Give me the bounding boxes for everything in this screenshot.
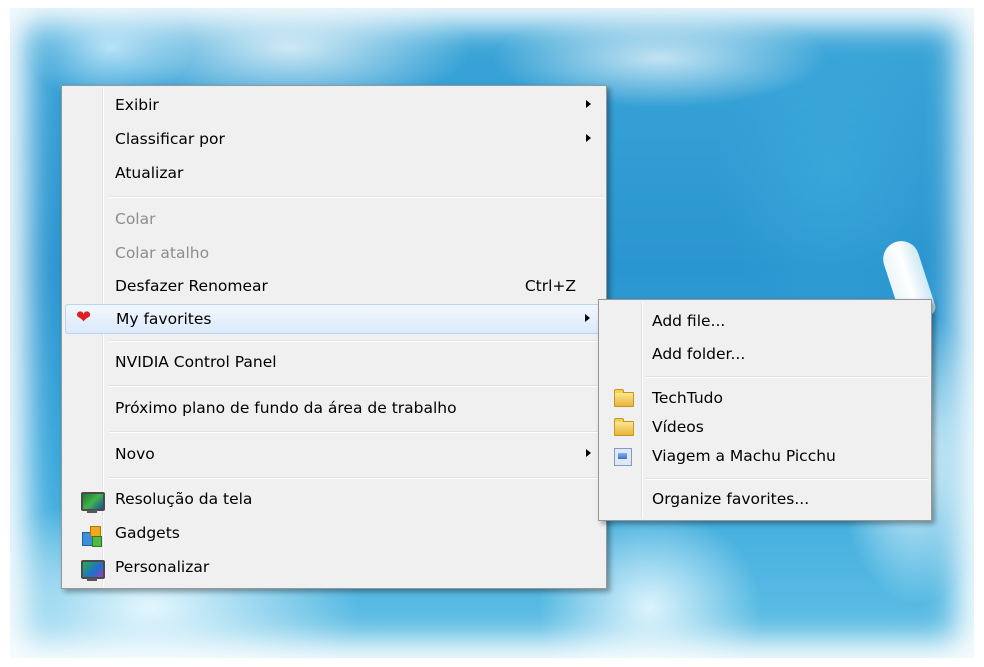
menu-item-label: Personalizar [115, 558, 210, 576]
submenu-item-add-folder[interactable]: Add folder... [602, 340, 928, 368]
menu-item-label: Gadgets [115, 524, 180, 542]
menu-item-label: Colar atalho [115, 244, 210, 262]
menu-item-label: Resolução da tela [115, 490, 253, 508]
menu-item-shortcut: Ctrl+Z [524, 277, 576, 295]
menu-item-label: Viagem a Machu Picchu [652, 447, 836, 465]
submenu-arrow-icon [585, 314, 590, 322]
menu-item-novo[interactable]: Novo [65, 440, 603, 468]
submenu-item-viagem-machu-picchu[interactable]: Viagem a Machu Picchu [602, 442, 928, 470]
personalize-icon [73, 557, 105, 581]
folder-icon [614, 418, 634, 436]
menu-item-label: Atualizar [115, 164, 184, 182]
submenu-arrow-icon [586, 449, 591, 457]
submenu-item-techtudo[interactable]: TechTudo [602, 384, 928, 412]
menu-separator [109, 340, 603, 342]
menu-item-label: NVIDIA Control Panel [115, 353, 277, 371]
submenu-item-organize-favorites[interactable]: Organize favorites... [602, 485, 928, 513]
menu-item-label: Add file... [652, 312, 726, 330]
menu-item-classificar-por[interactable]: Classificar por [65, 125, 603, 153]
menu-separator [109, 196, 603, 198]
gadgets-icon [73, 523, 102, 547]
monitor-icon [73, 489, 105, 513]
menu-item-colar: Colar [65, 205, 603, 233]
menu-item-resolucao-da-tela[interactable]: Resolução da tela [65, 485, 603, 513]
submenu-item-videos[interactable]: Vídeos [602, 413, 928, 441]
submenu-item-add-file[interactable]: Add file... [602, 307, 928, 335]
menu-item-exibir[interactable]: Exibir [65, 91, 603, 119]
favorites-submenu: Add file... Add folder... TechTudo Vídeo… [598, 299, 932, 521]
menu-item-label: Colar [115, 210, 156, 228]
folder-icon [614, 389, 634, 407]
menu-separator [109, 477, 603, 479]
menu-separator [109, 431, 603, 433]
menu-item-label: TechTudo [652, 389, 723, 407]
menu-item-label: Desfazer Renomear [115, 277, 268, 295]
menu-item-personalizar[interactable]: Personalizar [65, 553, 603, 581]
menu-separator [646, 478, 928, 480]
menu-item-label: Add folder... [652, 345, 746, 363]
menu-item-my-favorites[interactable]: ❤ My favorites [65, 304, 603, 334]
menu-item-desfazer-renomear[interactable]: Desfazer Renomear Ctrl+Z [65, 272, 603, 300]
menu-item-label: Organize favorites... [652, 490, 810, 508]
menu-item-nvidia-control-panel[interactable]: NVIDIA Control Panel [65, 348, 603, 376]
menu-item-gadgets[interactable]: Gadgets [65, 519, 603, 547]
menu-item-label: Próximo plano de fundo da área de trabal… [115, 399, 457, 417]
menu-item-label: Novo [115, 445, 155, 463]
menu-separator [109, 385, 603, 387]
menu-item-label: Vídeos [652, 418, 704, 436]
submenu-arrow-icon [586, 134, 591, 142]
menu-item-label: Exibir [115, 96, 159, 114]
menu-separator [646, 376, 928, 378]
photo-file-icon [614, 448, 632, 466]
menu-item-label: My favorites [116, 310, 212, 328]
submenu-arrow-icon [586, 100, 591, 108]
menu-item-colar-atalho: Colar atalho [65, 239, 603, 267]
menu-item-label: Classificar por [115, 130, 225, 148]
desktop-context-menu: Exibir Classificar por Atualizar Colar C… [61, 85, 607, 589]
heart-icon: ❤ [76, 307, 92, 328]
menu-item-proximo-plano-de-fundo[interactable]: Próximo plano de fundo da área de trabal… [65, 394, 603, 422]
menu-item-atualizar[interactable]: Atualizar [65, 159, 603, 187]
